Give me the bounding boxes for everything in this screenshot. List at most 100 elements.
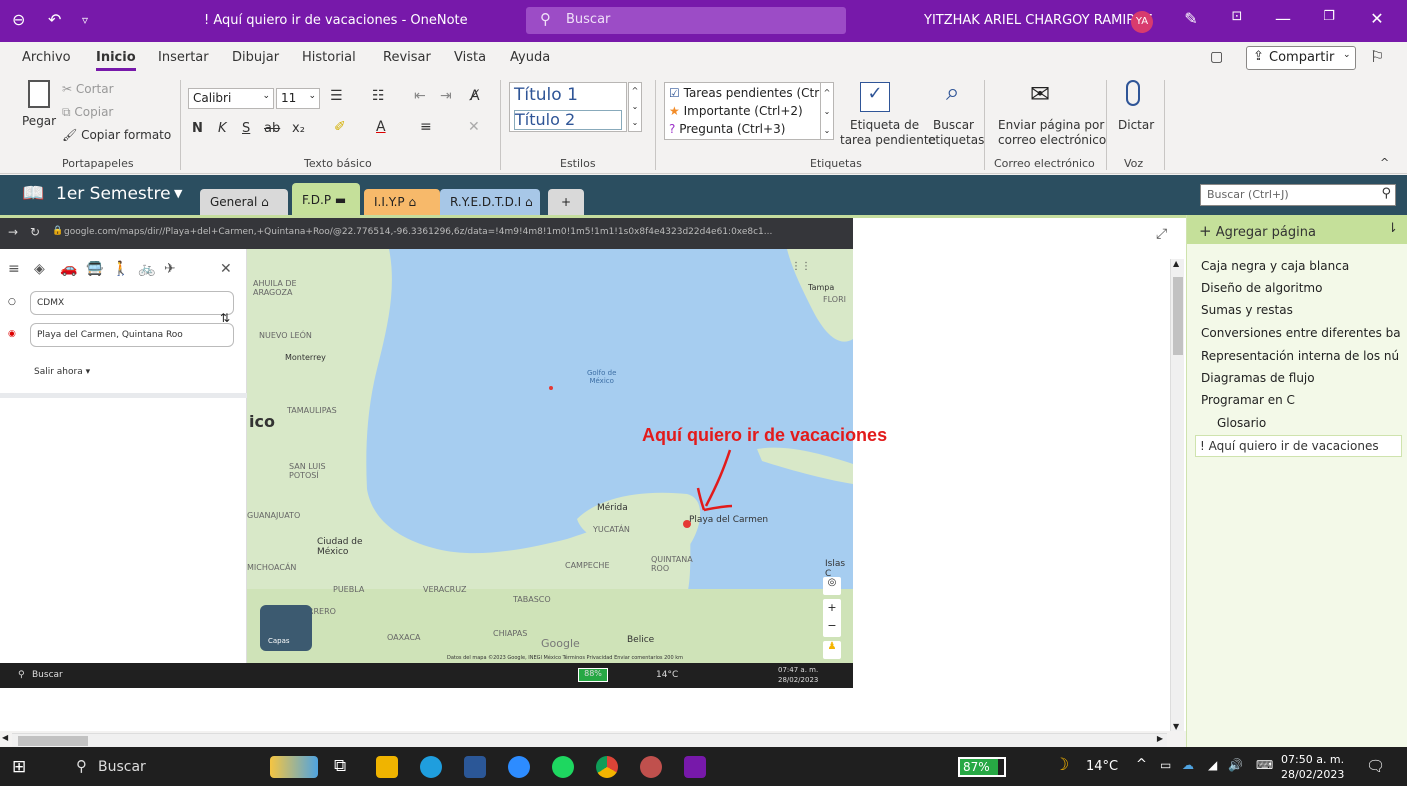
add-section-button[interactable]: + <box>548 189 584 215</box>
styles-gallery[interactable]: Título 1 Título 2 <box>509 82 627 132</box>
word-icon[interactable] <box>464 756 486 778</box>
style-title-1[interactable]: Título 1 <box>514 85 578 105</box>
style-title-2[interactable]: Título 2 <box>514 110 622 130</box>
email-page-icon[interactable]: ✉ <box>1030 80 1050 108</box>
title-search-box[interactable]: ⚲ Buscar <box>526 7 846 34</box>
align-icon[interactable]: ≡ <box>420 119 432 135</box>
avatar[interactable]: YA <box>1131 11 1153 33</box>
horizontal-scrollbar[interactable]: ▶ <box>12 733 1167 747</box>
user-name[interactable]: YITZHAK ARIEL CHARGOY RAMIREZ <box>924 13 1152 28</box>
paste-button[interactable] <box>22 80 52 114</box>
paste-label[interactable]: Pegar <box>22 114 56 128</box>
search-icon[interactable]: ⚲ <box>76 757 87 775</box>
vertical-scrollbar[interactable]: ▲ ▼ <box>1170 259 1184 731</box>
edge-icon[interactable] <box>420 756 442 778</box>
menu-ayuda[interactable]: Ayuda <box>510 50 550 65</box>
page-item-selected[interactable]: ! Aquí quiero ir de vacaciones <box>1195 435 1402 457</box>
chrome-profile-icon[interactable] <box>640 756 662 778</box>
restore-button[interactable]: ❐ <box>1314 9 1344 24</box>
page-item[interactable]: Caja negra y caja blanca <box>1201 259 1401 273</box>
page-item[interactable]: Sumas y restas <box>1201 303 1401 317</box>
section-tab-general[interactable]: General ⌂ <box>200 189 288 215</box>
share-button[interactable]: ⇪ Compartir ⌄ <box>1246 46 1356 70</box>
menu-dibujar[interactable]: Dibujar <box>232 50 279 65</box>
menu-insertar[interactable]: Insertar <box>158 50 209 65</box>
spotify-icon[interactable] <box>552 756 574 778</box>
subscript-button[interactable]: x₂ <box>292 121 305 136</box>
undo-icon[interactable]: ↶ <box>48 10 61 29</box>
scroll-up-icon[interactable]: ▲ <box>1173 259 1179 268</box>
italic-button[interactable]: K <box>218 121 227 136</box>
volume-icon[interactable]: 🔊 <box>1228 758 1243 772</box>
scroll-right-icon[interactable]: ▶ <box>1157 734 1163 743</box>
find-tags-label-2[interactable]: etiquetas <box>928 133 984 147</box>
email-page-label-2[interactable]: correo electrónico <box>998 133 1106 147</box>
section-tab-iiyp[interactable]: I.I.Y.P ⌂ <box>364 189 440 215</box>
dictate-label[interactable]: Dictar <box>1118 118 1154 132</box>
page-item[interactable]: Representación interna de los nú <box>1201 349 1401 363</box>
copy-button[interactable]: ⧉ Copiar <box>62 105 113 120</box>
expand-icon[interactable]: ⤢ <box>1156 226 1167 242</box>
moon-weather-icon[interactable]: ☽ <box>1054 755 1069 775</box>
find-tags-label-1[interactable]: Buscar <box>933 118 974 132</box>
delete-format-icon[interactable]: ✕ <box>468 119 480 135</box>
menu-historial[interactable]: Historial <box>302 50 356 65</box>
decrease-indent-icon[interactable]: ⇤ <box>414 88 426 104</box>
notifications-icon[interactable]: 🗨 <box>1366 757 1385 775</box>
todo-tag-label-1[interactable]: Etiqueta de <box>850 118 919 132</box>
font-family-select[interactable]: Calibri ⌄ <box>188 88 274 109</box>
minimize-button[interactable]: — <box>1268 9 1298 28</box>
menu-inicio[interactable]: Inicio <box>96 50 136 71</box>
strikethrough-button[interactable]: ab <box>264 121 280 136</box>
chrome-icon[interactable] <box>596 756 618 778</box>
todo-tag-icon[interactable]: ✓ <box>860 82 890 112</box>
tags-scroll[interactable]: ^ ⌄ ⌄ <box>820 82 834 140</box>
notebook-search-input[interactable]: Buscar (Ctrl+J) ⚲ <box>1200 184 1396 206</box>
windows-start-icon[interactable]: ⊞ <box>12 757 26 777</box>
section-tab-fdp[interactable]: F.D.P ▬ <box>292 183 360 215</box>
temperature[interactable]: 14°C <box>1086 759 1118 774</box>
todo-tag-label-2[interactable]: tarea pendiente <box>840 133 936 147</box>
font-size-select[interactable]: 11 ⌄ <box>276 88 320 109</box>
increase-indent-icon[interactable]: ⇥ <box>440 88 452 104</box>
close-button[interactable]: ✕ <box>1362 9 1392 28</box>
chevron-up-icon[interactable]: ^ <box>1136 757 1147 772</box>
underline-button[interactable]: S <box>242 121 250 136</box>
microphone-icon[interactable] <box>1126 80 1140 106</box>
page-item[interactable]: Diagramas de flujo <box>1201 371 1401 385</box>
clock[interactable]: 07:50 a. m. 28/02/2023 <box>1281 752 1344 782</box>
format-painter-button[interactable]: 🖌 Copiar formato <box>62 128 171 142</box>
menu-vista[interactable]: Vista <box>454 50 486 65</box>
tags-gallery[interactable]: ☑ Tareas pendientes (Ctr ★ Importante (C… <box>664 82 832 140</box>
back-icon[interactable]: ⊖ <box>12 10 25 29</box>
cut-button[interactable]: ✂ Cortar <box>62 82 114 96</box>
font-color-icon[interactable]: A <box>376 119 386 135</box>
styles-scroll[interactable]: ^ ⌄ ⌄ <box>628 82 642 132</box>
display-options-icon[interactable]: ⊡ <box>1222 9 1252 24</box>
onenote-icon[interactable] <box>684 756 706 778</box>
add-page-button[interactable]: + Agregar página ⇂ <box>1187 215 1407 244</box>
collapse-ribbon-icon[interactable]: ^ <box>1380 156 1389 169</box>
notebook-selector[interactable]: 📖 1er Semestre ▼ <box>0 175 196 215</box>
task-view-icon[interactable]: ⧉ <box>334 756 346 776</box>
email-page-label-1[interactable]: Enviar página por <box>998 118 1104 132</box>
scrollbar-thumb[interactable] <box>18 736 88 746</box>
monitor-icon[interactable]: ▭ <box>1160 758 1171 772</box>
page-item[interactable]: Diseño de algoritmo <box>1201 281 1401 295</box>
tag-important[interactable]: ★ Importante (Ctrl+2) <box>669 104 803 118</box>
notebook-view-icon[interactable]: ▢ <box>1210 49 1223 65</box>
clear-formatting-icon[interactable]: A̸ <box>470 88 480 104</box>
tag-question[interactable]: ? Pregunta (Ctrl+3) <box>669 122 785 136</box>
widgets-icon[interactable] <box>270 756 318 778</box>
battery-indicator[interactable]: 87% <box>958 757 1006 777</box>
scroll-left-icon[interactable]: ◀ <box>2 733 8 742</box>
quick-access-dropdown-icon[interactable]: ▿ <box>82 13 88 27</box>
find-tags-icon[interactable]: ⌕ <box>946 78 959 106</box>
tag-todo[interactable]: ☑ Tareas pendientes (Ctr <box>669 86 819 100</box>
wifi-icon[interactable]: ◢ <box>1208 758 1217 772</box>
page-item[interactable]: Conversiones entre diferentes bas <box>1201 326 1401 340</box>
scrollbar-thumb[interactable] <box>1173 277 1183 355</box>
numbering-icon[interactable]: ☷ <box>372 88 385 104</box>
page-item-subpage[interactable]: Glosario <box>1217 416 1407 430</box>
file-explorer-icon[interactable] <box>376 756 398 778</box>
